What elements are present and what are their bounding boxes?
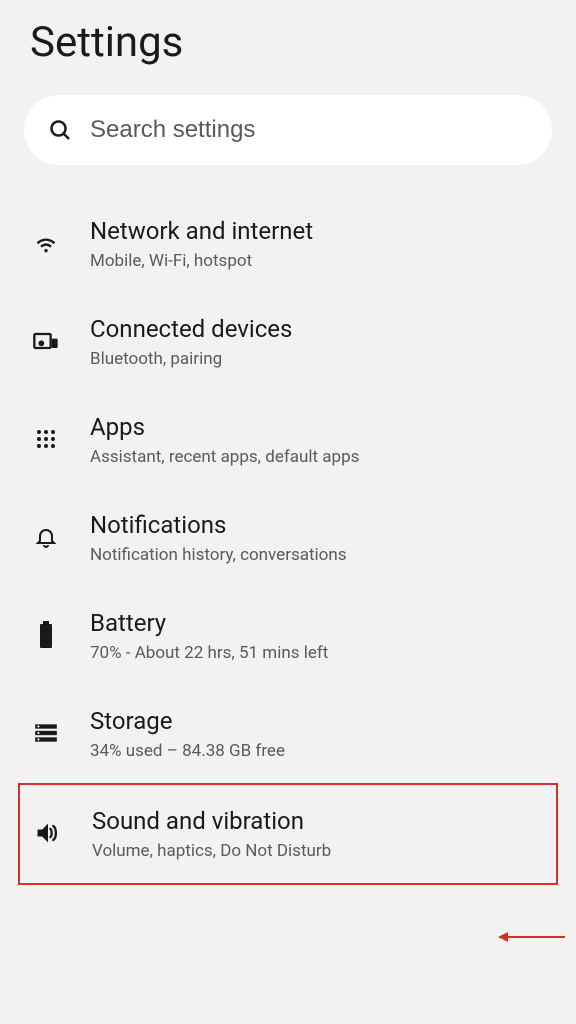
search-input[interactable]	[90, 116, 528, 144]
settings-item-notifications[interactable]: Notifications Notification history, conv…	[18, 489, 558, 587]
settings-item-storage[interactable]: Storage 34% used – 84.38 GB free	[18, 685, 558, 783]
devices-icon	[30, 315, 62, 363]
item-text: Notifications Notification history, conv…	[90, 511, 347, 565]
item-subtitle: Assistant, recent apps, default apps	[90, 447, 359, 467]
item-subtitle: Notification history, conversations	[90, 545, 347, 565]
item-text: Sound and vibration Volume, haptics, Do …	[92, 807, 331, 861]
page-title: Settings	[30, 18, 546, 67]
item-title: Storage	[90, 707, 285, 735]
volume-icon	[32, 807, 64, 855]
search-icon	[48, 118, 72, 142]
item-title: Network and internet	[90, 217, 313, 245]
item-title: Sound and vibration	[92, 807, 331, 835]
item-subtitle: Mobile, Wi-Fi, hotspot	[90, 251, 313, 271]
settings-item-sound[interactable]: Sound and vibration Volume, haptics, Do …	[18, 783, 558, 885]
item-title: Apps	[90, 413, 359, 441]
item-title: Battery	[90, 609, 328, 637]
item-text: Apps Assistant, recent apps, default app…	[90, 413, 359, 467]
item-text: Network and internet Mobile, Wi-Fi, hots…	[90, 217, 313, 271]
item-subtitle: Volume, haptics, Do Not Disturb	[92, 841, 331, 861]
apps-icon	[30, 413, 62, 461]
item-text: Battery 70% - About 22 hrs, 51 mins left	[90, 609, 328, 663]
settings-item-apps[interactable]: Apps Assistant, recent apps, default app…	[18, 391, 558, 489]
item-subtitle: Bluetooth, pairing	[90, 349, 292, 369]
item-text: Storage 34% used – 84.38 GB free	[90, 707, 285, 761]
item-title: Notifications	[90, 511, 347, 539]
item-title: Connected devices	[90, 315, 292, 343]
search-bar[interactable]	[24, 95, 552, 165]
settings-item-network[interactable]: Network and internet Mobile, Wi-Fi, hots…	[18, 195, 558, 293]
wifi-icon	[30, 217, 62, 265]
bell-icon	[30, 511, 62, 559]
page-header: Settings	[0, 0, 576, 95]
battery-icon	[30, 609, 62, 657]
settings-item-connected-devices[interactable]: Connected devices Bluetooth, pairing	[18, 293, 558, 391]
item-subtitle: 34% used – 84.38 GB free	[90, 741, 285, 761]
item-subtitle: 70% - About 22 hrs, 51 mins left	[90, 643, 328, 663]
settings-item-battery[interactable]: Battery 70% - About 22 hrs, 51 mins left	[18, 587, 558, 685]
storage-icon	[30, 707, 62, 755]
annotation-arrow	[498, 932, 568, 942]
item-text: Connected devices Bluetooth, pairing	[90, 315, 292, 369]
settings-list: Network and internet Mobile, Wi-Fi, hots…	[0, 195, 576, 885]
